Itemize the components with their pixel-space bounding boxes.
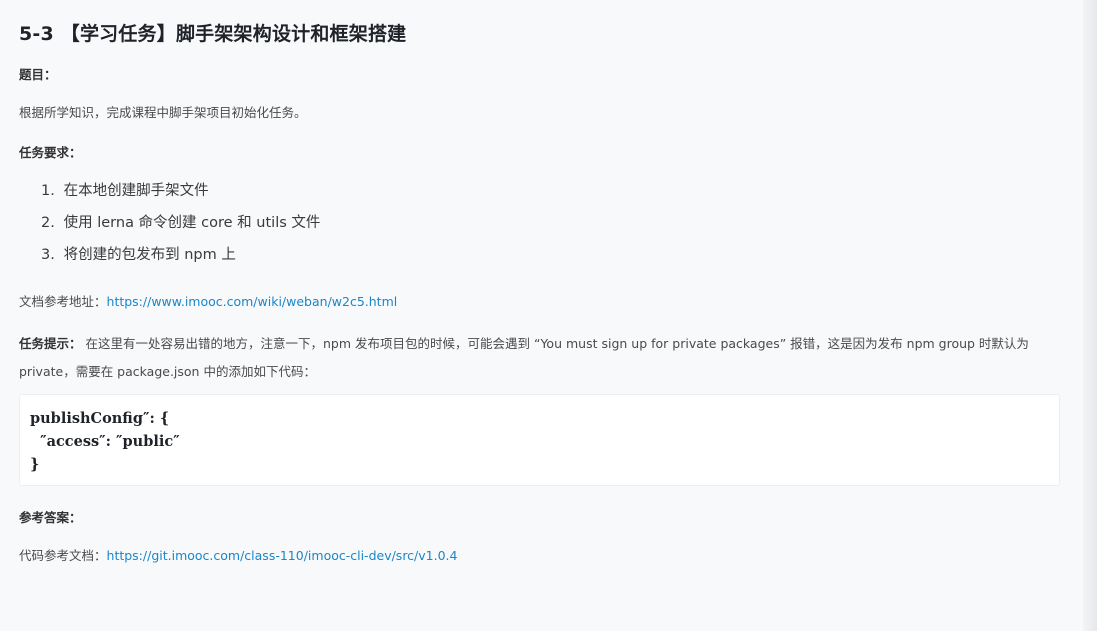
answer-label: 参考答案：	[19, 510, 82, 525]
requirements-list: 1. 在本地创建脚手架文件 2. 使用 lerna 命令创建 core 和 ut…	[41, 181, 320, 277]
list-item-text: 在本地创建脚手架文件	[63, 183, 209, 199]
doc-ref-link[interactable]: https://www.imooc.com/wiki/weban/w2c5.ht…	[107, 294, 398, 309]
code-block: publishConfig″: { ″access″: ″public″ }	[19, 394, 1060, 486]
list-item: 1. 在本地创建脚手架文件	[41, 181, 320, 213]
code-line: ″access″: ″public″	[30, 433, 180, 450]
answer-ref-line: 代码参考文档：https://git.imooc.com/class-110/i…	[19, 545, 457, 564]
doc-ref-label: 文档参考地址：	[19, 294, 107, 309]
scrollbar-track[interactable]	[1083, 0, 1097, 631]
list-item-text: 使用 lerna 命令创建 core 和 utils 文件	[63, 215, 321, 231]
answer-ref-link[interactable]: https://git.imooc.com/class-110/imooc-cl…	[107, 548, 458, 563]
list-item: 2. 使用 lerna 命令创建 core 和 utils 文件	[41, 213, 320, 245]
page: 5-3 【学习任务】脚手架架构设计和框架搭建 题目： 根据所学知识，完成课程中脚…	[0, 0, 1097, 631]
hint-text: 在这里有一处容易出错的地方，注意一下，npm 发布项目包的时候，可能会遇到 “Y…	[19, 336, 1029, 379]
list-item-number: 3.	[41, 247, 55, 263]
code-line: }	[30, 456, 40, 473]
page-title: 5-3 【学习任务】脚手架架构设计和框架搭建	[19, 23, 407, 45]
list-item-number: 1.	[41, 183, 55, 199]
topic-text: 根据所学知识，完成课程中脚手架项目初始化任务。	[19, 105, 307, 120]
topic-label: 题目：	[19, 67, 57, 82]
hint-paragraph: 任务提示： 在这里有一处容易出错的地方，注意一下，npm 发布项目包的时候，可能…	[19, 330, 1064, 386]
answer-ref-label: 代码参考文档：	[19, 548, 107, 563]
list-item-text: 将创建的包发布到 npm 上	[63, 247, 236, 263]
list-item: 3. 将创建的包发布到 npm 上	[41, 245, 320, 277]
hint-label: 任务提示：	[19, 336, 82, 351]
requirements-label: 任务要求：	[19, 145, 82, 160]
doc-ref-line: 文档参考地址：https://www.imooc.com/wiki/weban/…	[19, 291, 397, 310]
code-line: publishConfig″: {	[30, 410, 170, 427]
list-item-number: 2.	[41, 215, 55, 231]
